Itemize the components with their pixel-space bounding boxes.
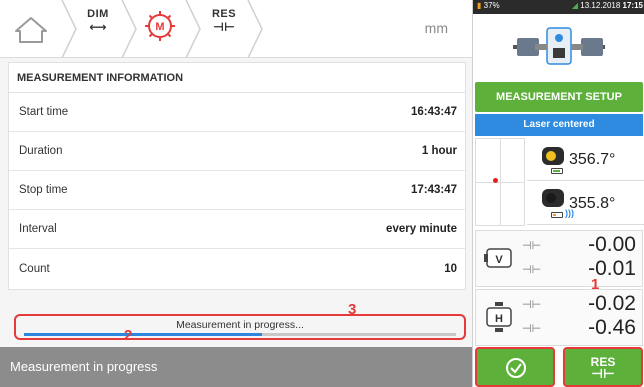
info-row-value: 1 hour [421,145,457,157]
coupling-horizontal[interactable]: H ⊣⊢ ⊣⊢ -0.02 -0.46 [475,289,643,346]
time-value: 17:15 [622,1,643,10]
status-bar: Measurement in progress [0,347,472,387]
chevron-separator-icon [246,0,264,59]
checkmark-icon [506,358,526,378]
battery-indicator: ▮ 37% [477,1,500,10]
status-text: Measurement in progress [10,359,158,374]
laser-status-bar: Laser centered [475,114,643,136]
info-row-count: Count 10 [9,249,465,288]
offset-icon: ⊣⊢ [522,240,542,252]
coupling-value-2: -0.46 [588,316,636,339]
results-icon: ⊣⊢ [213,20,235,34]
chevron-separator-icon [120,0,138,59]
sensor-icon [542,189,564,207]
progress-label: Measurement in progress... [176,319,304,331]
battery-level: 37% [483,1,500,10]
info-row-value: 16:43:47 [410,106,457,118]
progress-fill [24,333,262,336]
signal-icon: ◢ [571,1,579,10]
horizontal-plane-icon: H [486,302,512,332]
info-row-interval: Interval every minute [9,210,465,249]
progress-track [24,333,456,336]
measurement-setup-button[interactable]: MEASUREMENT SETUP [475,82,643,112]
date-value: 13.12.2018 [580,1,621,10]
tab-results[interactable]: RES ⊣⊢ [204,8,244,50]
sensor-icon [542,147,564,165]
tab-dimensions[interactable]: DIM ⟷ [78,8,118,50]
chevron-separator-icon [184,0,202,59]
wireless-icon: ))) [565,208,574,218]
results-button[interactable]: RES ⊣⊢ [563,347,643,387]
tab-measure[interactable]: M [140,8,180,50]
confirm-button[interactable] [475,347,555,387]
dimensions-icon: ⟷ [89,20,107,34]
info-row-label: Count [19,262,50,275]
tab-measure-label: M [155,21,164,33]
chevron-separator-icon [60,0,78,59]
sensor-angle: 356.7° [569,151,616,168]
info-row-value: every minute [386,223,457,235]
info-row-label: Interval [19,223,57,235]
info-row-start-time: Start time 16:43:47 [9,93,465,132]
info-row-value: 10 [444,262,457,275]
callout-marker-2: 2 [124,327,133,344]
info-row-label: Duration [19,145,63,157]
measurement-info-title: MEASUREMENT INFORMATION [9,63,465,93]
results-icon: ⊣⊢ [591,366,615,381]
sensor-reading-2: 355.8° ))) [527,182,644,225]
sensor-angle: 355.8° [569,195,616,212]
offset-icon: ⊣⊢ [522,299,542,311]
measurement-info-panel: MEASUREMENT INFORMATION Start time 16:43… [8,62,466,290]
side-panel: ▮ 37% ◢ 13.12.2018 17:15 MEASUREMENT SET… [472,0,644,387]
vertical-plane-icon: V [484,248,512,268]
home-icon[interactable] [14,16,48,44]
date-time: ◢ 13.12.2018 17:15 [572,1,643,10]
sensor-reading-1: 356.7° [527,138,644,181]
coupling-plane-label: H [495,313,503,325]
measure-icon: M [145,11,175,41]
coupling-plane-label: V [495,254,503,266]
battery-icon [551,212,563,218]
callout-marker-3: 3 [348,301,357,318]
angularity-icon: ⊣⊢ [522,264,542,276]
main-panel: DIM ⟷ M RES ⊣⊢ mm MEASUREMENT INFORMATIO… [0,0,472,387]
measurement-progress: Measurement in progress... [14,314,466,340]
coupling-value-1: -0.00 [588,233,636,256]
unit-selector[interactable]: mm [425,20,448,36]
tab-dimensions-label: DIM [87,8,109,20]
grid-horizontal-line [476,182,524,183]
battery-icon [551,168,563,174]
info-row-duration: Duration 1 hour [9,132,465,171]
laser-dot-icon [493,178,498,183]
info-row-value: 17:43:47 [410,184,457,196]
coupling-vertical[interactable]: V ⊣⊢ ⊣⊢ -0.00 -0.01 [475,230,643,287]
tab-results-label: RES [211,8,237,20]
info-row-stop-time: Stop time 17:43:47 [9,171,465,210]
info-row-label: Stop time [19,184,68,196]
coupling-value-1: -0.02 [588,292,636,315]
navigation-bar: DIM ⟷ M RES ⊣⊢ mm [0,0,472,59]
machine-train-graphic[interactable] [473,14,644,80]
system-status-bar: ▮ 37% ◢ 13.12.2018 17:15 [473,0,644,14]
angularity-icon: ⊣⊢ [522,323,542,335]
info-row-label: Start time [19,106,69,118]
laser-target-grid [475,138,525,226]
